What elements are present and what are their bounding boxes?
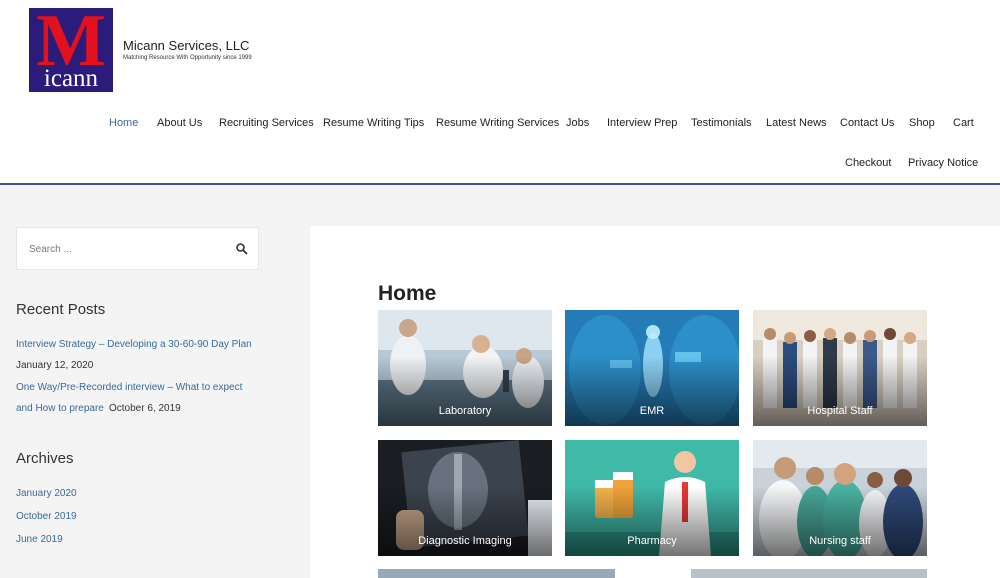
tile-emr[interactable]: EMR (565, 310, 739, 426)
recent-post-link[interactable]: One Way/Pre-Recorded interview – What to… (16, 382, 242, 393)
nav-resume-writing-services[interactable]: Resume Writing Services (436, 117, 559, 129)
recent-post-link-continued[interactable]: and How to prepare (16, 403, 104, 414)
partial-image[interactable] (691, 569, 927, 578)
tile-label: Diagnostic Imaging (418, 535, 512, 547)
tile-laboratory[interactable]: Laboratory (378, 310, 552, 426)
archive-link[interactable]: June 2019 (16, 534, 63, 545)
nav-about-us[interactable]: About Us (157, 117, 202, 129)
nav-interview-prep[interactable]: Interview Prep (607, 117, 677, 129)
nav-checkout[interactable]: Checkout (845, 157, 891, 169)
page-title: Home (378, 282, 437, 305)
nav-resume-writing-tips[interactable]: Resume Writing Tips (323, 117, 424, 129)
site-tagline: Matching Resource With Opportunity since… (123, 55, 252, 61)
recent-post-date: January 12, 2020 (16, 360, 94, 371)
nav-recruiting-services[interactable]: Recruiting Services (219, 117, 314, 129)
site-title[interactable]: Micann Services, LLC (123, 38, 249, 53)
nav-home[interactable]: Home (109, 117, 138, 129)
nav-latest-news[interactable]: Latest News (766, 117, 827, 129)
site-header: M icann Micann Services, LLC Matching Re… (0, 0, 1000, 185)
tile-label: Laboratory (438, 405, 492, 417)
nav-privacy-notice[interactable]: Privacy Notice (908, 157, 978, 169)
search-input[interactable] (29, 240, 219, 258)
search-icon[interactable] (235, 242, 249, 256)
tile-diagnostic-imaging[interactable]: Diagnostic Imaging (378, 440, 552, 556)
recent-post-date: October 6, 2019 (109, 403, 181, 414)
tile-label: Nursing staff (809, 535, 871, 547)
archive-link[interactable]: October 2019 (16, 511, 77, 522)
nav-testimonials[interactable]: Testimonials (691, 117, 752, 129)
nav-shop[interactable]: Shop (909, 117, 935, 129)
tile-label: Hospital Staff (807, 405, 873, 417)
archive-link[interactable]: January 2020 (16, 488, 77, 499)
tile-hospital-staff[interactable]: Hospital Staff (753, 310, 927, 426)
logo-text: icann (43, 65, 99, 92)
recent-posts-title: Recent Posts (16, 301, 106, 318)
nav-contact-us[interactable]: Contact Us (840, 117, 894, 129)
partial-image[interactable] (378, 569, 615, 578)
tile-label: Pharmacy (627, 535, 677, 547)
search-widget (16, 227, 259, 270)
archives-title: Archives (16, 450, 74, 467)
nav-jobs[interactable]: Jobs (566, 117, 589, 129)
nav-cart[interactable]: Cart (953, 117, 974, 129)
tile-pharmacy[interactable]: Pharmacy (565, 440, 739, 556)
recent-post-link[interactable]: Interview Strategy – Developing a 30-60-… (16, 339, 252, 350)
site-logo[interactable]: M icann (29, 8, 113, 92)
tile-nursing-staff[interactable]: Nursing staff (753, 440, 927, 556)
tile-label: EMR (639, 405, 665, 417)
